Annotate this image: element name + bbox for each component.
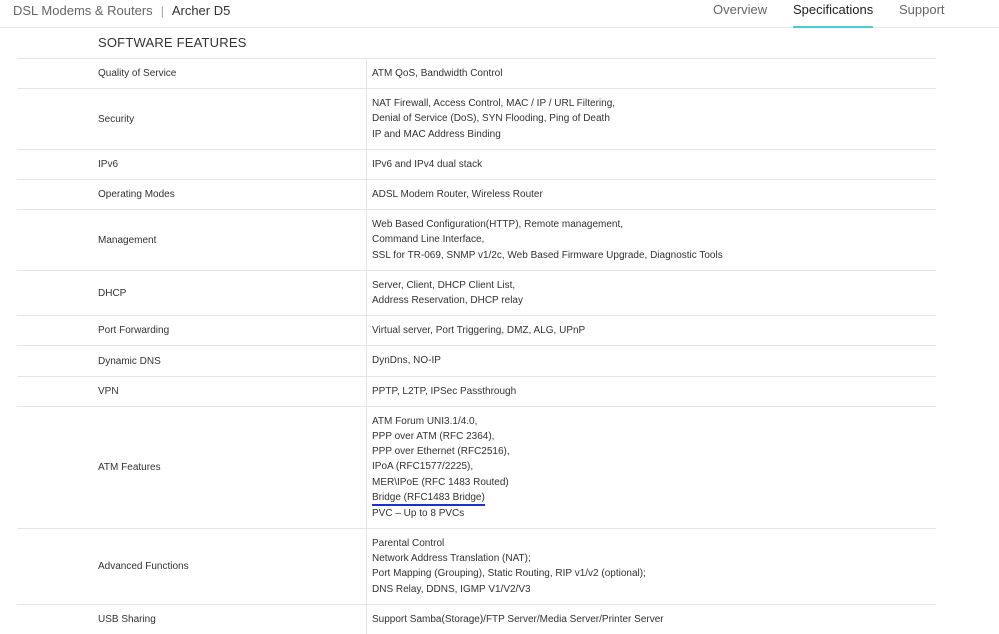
spec-value-line: IP and MAC Address Binding [372,128,501,140]
spec-label: Operating Modes [17,180,367,210]
spec-label: DHCP [17,270,367,316]
spec-row: IPv6 IPv6 and IPv4 dual stack [17,148,936,180]
spec-row: VPN PPTP, L2TP, IPSec Passthrough [17,375,936,406]
spec-value-line: Support Samba(Storage)/FTP Server/Media … [372,613,664,625]
spec-row: Security NAT Firewall, Access Control, MA… [17,88,936,149]
spec-value-line: ATM QoS, Bandwidth Control [372,68,503,79]
spec-value-line: MER\IPoE (RFC 1483 Routed) [372,476,509,488]
spec-value: Support Samba(Storage)/FTP Server/Media … [367,605,936,634]
spec-value: DynDns, NO-IP [367,346,936,375]
spec-value: Server, Client, DHCP Client List, Address… [367,271,936,315]
spec-value-line: Port Mapping (Grouping), Static Routing,… [372,568,646,580]
tab-support[interactable]: Support [899,2,945,28]
spec-value-line: PPP over Ethernet (RFC2516), [372,446,510,458]
spec-value-line: Network Address Translation (NAT); [372,553,531,565]
spec-value: Web Based Configuration(HTTP), Remote ma… [367,210,936,270]
spec-value-line: DynDns, NO-IP [372,355,441,367]
spec-value-line: IPv6 and IPv4 dual stack [372,158,483,170]
spec-value-line: Command Line Interface, [372,234,485,246]
spec-value-line: Address Reservation, DHCP relay [372,295,523,307]
spec-value: ADSL Modem Router, Wireless Router [367,180,936,209]
spec-value: ATM QoS, Bandwidth Control [367,59,936,88]
spec-value-line: Bridge (RFC1483 Bridge) [372,490,936,506]
spec-value-line: PVC – Up to 8 PVCs [372,507,465,519]
spec-value-line: Parental Control [372,538,445,550]
spec-row: Advanced Functions Parental Control Networ… [17,528,936,604]
spec-value-line: DNS Relay, DDNS, IGMP V1/V2/V3 [372,583,531,595]
spec-label: ATM Features [17,406,367,529]
spec-label: Quality of Service [17,59,367,89]
spec-value-line: PPP over ATM (RFC 2364), [372,431,495,443]
spec-value-line: NAT Firewall, Access Control, MAC / IP /… [372,98,616,110]
spec-row: Dynamic DNS DynDns, NO-IP [17,345,936,376]
spec-row: USB Sharing Support Samba(Storage)/FTP Se… [17,603,936,634]
spec-row: Operating Modes ADSL Modem Router, Wirele… [17,179,936,210]
spec-value: Parental Control Network Address Translat… [367,529,936,604]
spec-value-line: Denial of Service (DoS), SYN Flooding, P… [372,113,610,125]
product-tabs: Overview Specifications Support [0,0,999,28]
spec-row: ATM Features ATM Forum UNI3.1/4.0, PPP ove… [17,405,936,529]
spec-label: Dynamic DNS [17,346,367,376]
spec-row: DHCP Server, Client, DHCP Client List, Add… [17,269,936,316]
spec-value: NAT Firewall, Access Control, MAC / IP /… [367,89,936,149]
spec-value-line: PPTP, L2TP, IPSec Passthrough [372,385,517,397]
spec-label: VPN [17,376,367,406]
tab-specifications[interactable]: Specifications [793,2,874,28]
spec-value: IPv6 and IPv4 dual stack [367,150,936,179]
spec-row: Management Web Based Configuration(HTTP),… [17,209,936,270]
spec-value-line: Virtual server, Port Triggering, DMZ, AL… [372,325,586,337]
highlighted-spec-line: Bridge (RFC1483 Bridge) [372,491,485,506]
spec-label: Advanced Functions [17,529,367,604]
spec-value: ATM Forum UNI3.1/4.0, PPP over ATM (RFC 2… [367,407,936,528]
spec-label: Management [17,210,367,270]
spec-value-line: IPoA (RFC1577/2225), [372,461,474,473]
spec-row: Port Forwarding Virtual server, Port Trig… [17,315,936,346]
spec-value-line: ADSL Modem Router, Wireless Router [372,189,543,201]
spec-value-line: Server, Client, DHCP Client List, [372,279,516,291]
tab-overview[interactable]: Overview [713,2,767,28]
spec-value: Virtual server, Port Triggering, DMZ, AL… [367,316,936,345]
spec-label: Port Forwarding [17,316,367,346]
spec-value-line: ATM Forum UNI3.1/4.0, [372,415,478,427]
specifications-table: Quality of Service ATM QoS, Bandwidth Con… [17,58,936,634]
spec-value-line: Web Based Configuration(HTTP), Remote ma… [372,219,624,231]
section-title: SOFTWARE FEATURES [98,35,247,50]
top-navigation-bar: DSL Modems & Routers | Archer D5 Overview … [0,0,999,28]
spec-row: Quality of Service ATM QoS, Bandwidth Con… [17,58,936,89]
spec-label: IPv6 [17,149,367,180]
spec-label: Security [17,89,367,149]
spec-value-line: SSL for TR-069, SNMP v1/2c, Web Based Fi… [372,249,723,261]
spec-label: USB Sharing [17,604,367,634]
spec-value: PPTP, L2TP, IPSec Passthrough [367,377,936,406]
